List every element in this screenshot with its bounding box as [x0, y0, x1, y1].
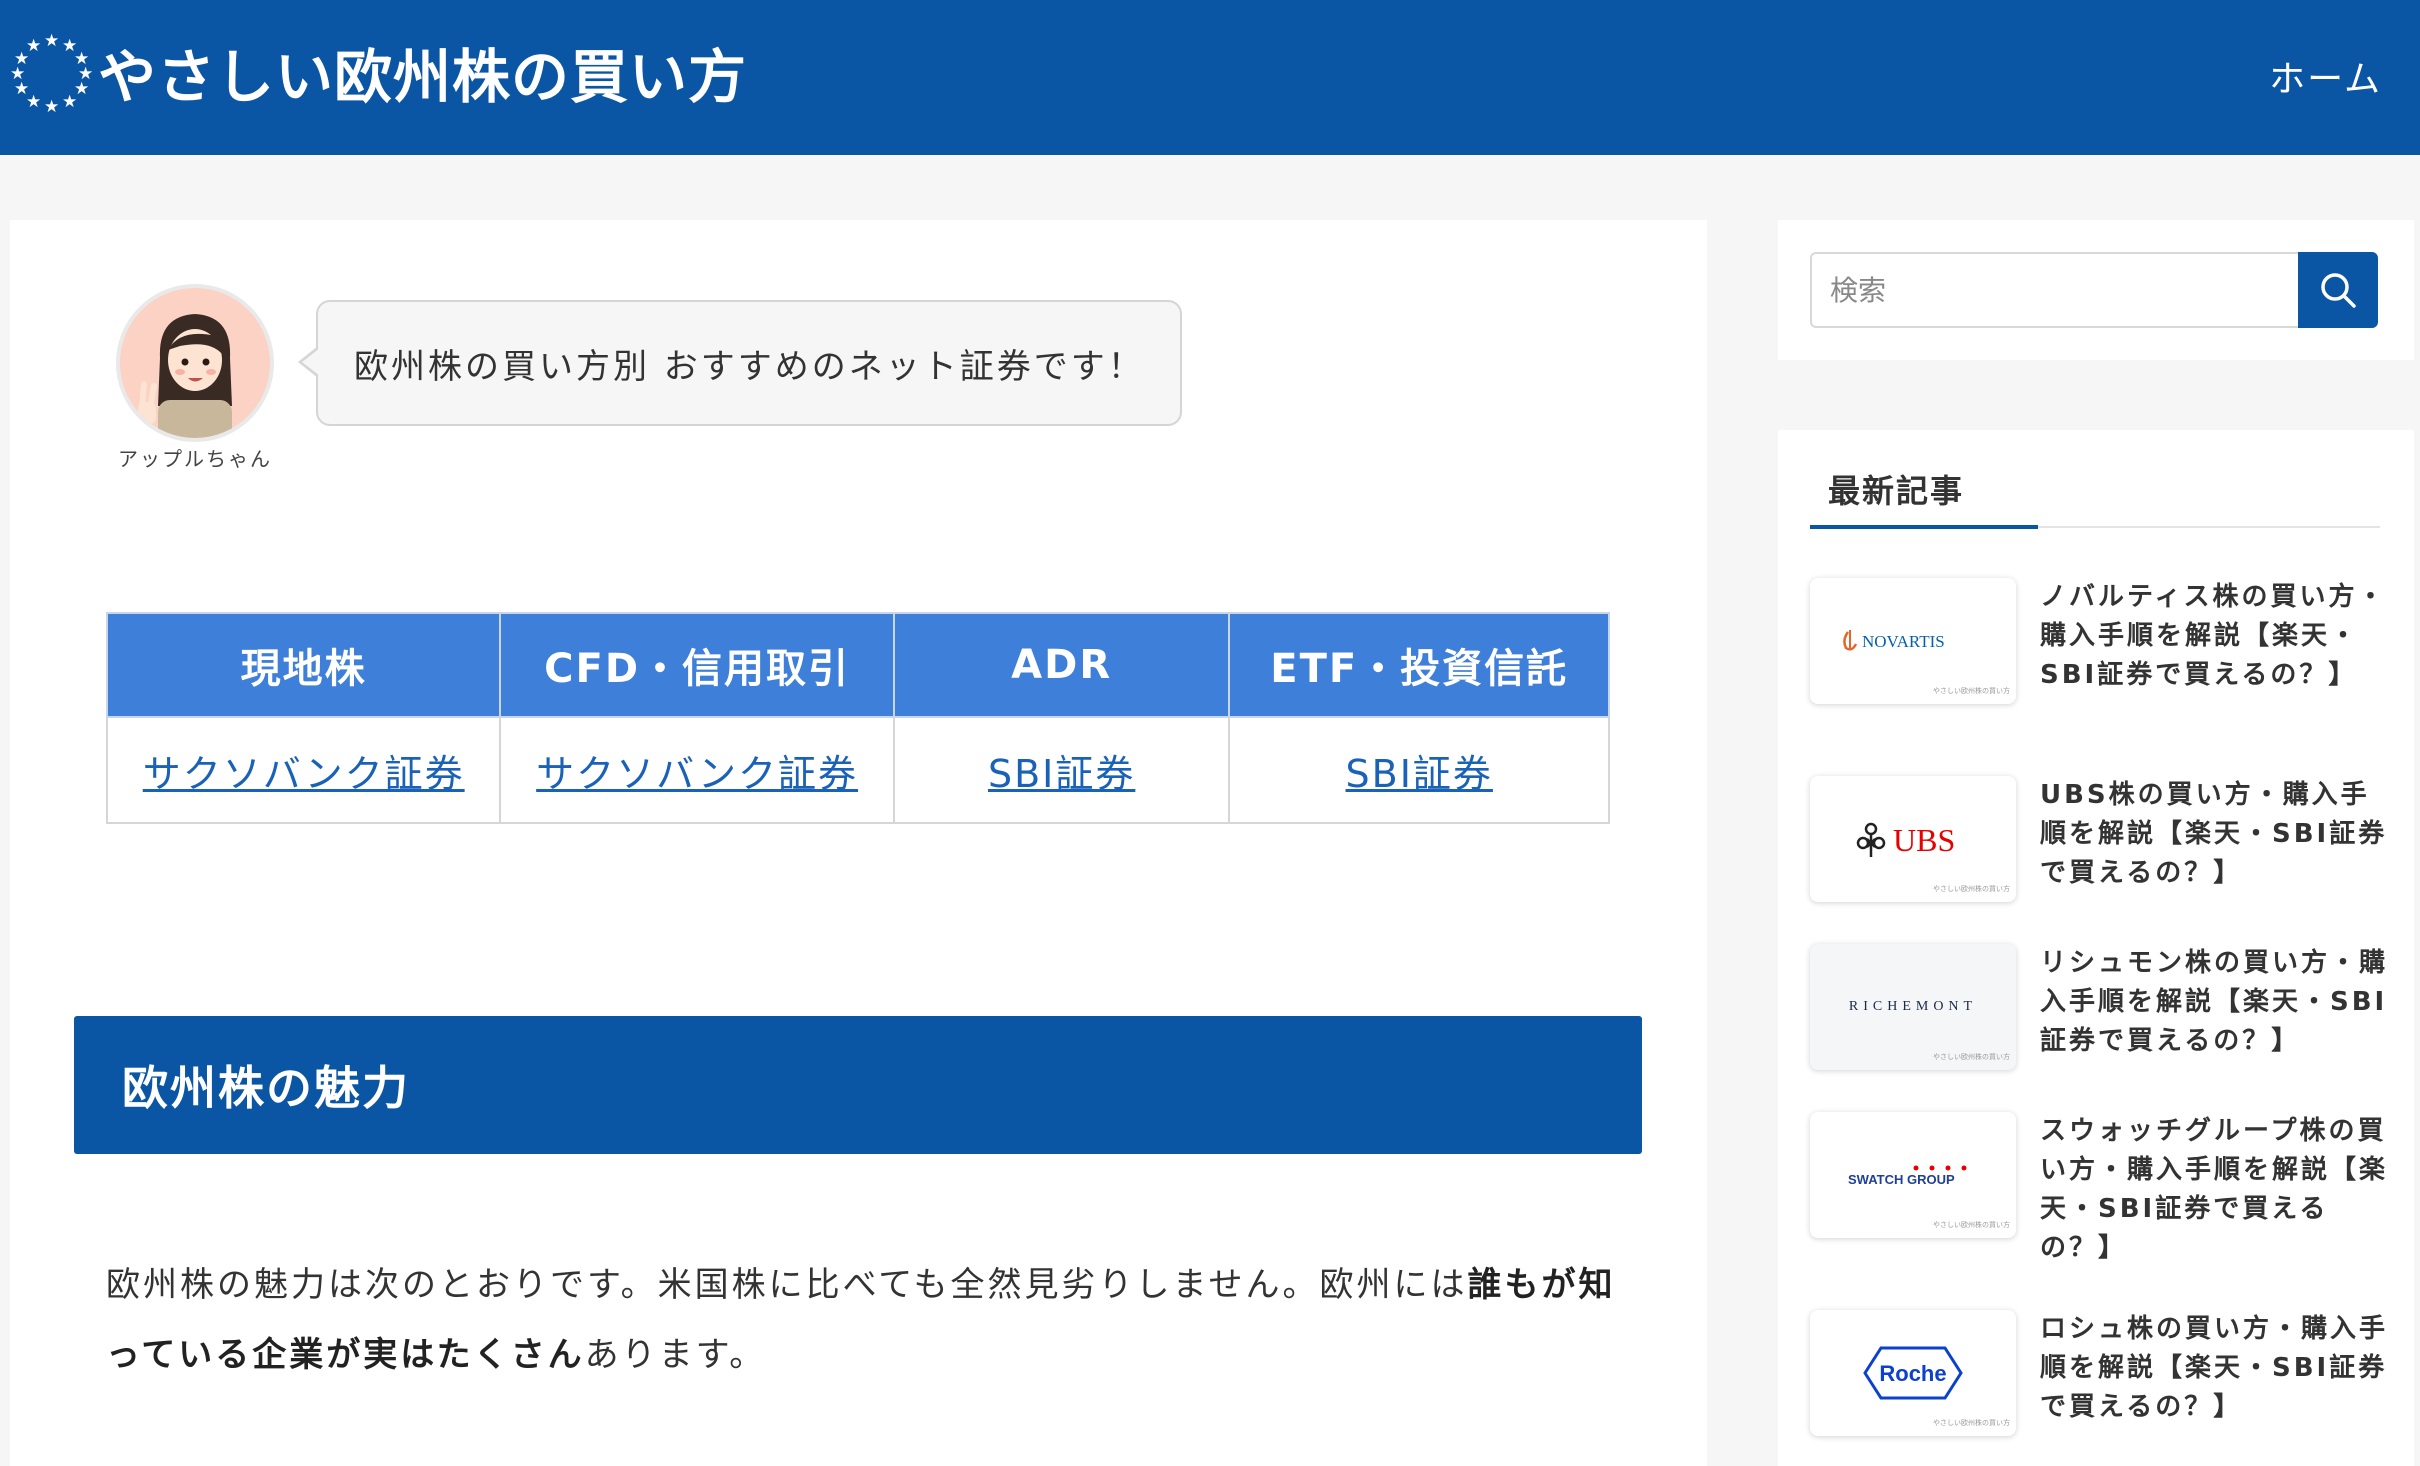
site-logo[interactable]: ★ ★ ★ ★ ★ ★ ★ ★ ★ ★ ★ ★ やさしい欧州株の買い方 — [10, 30, 748, 117]
speech-balloon: 欧州株の買い方別 おすすめのネット証券です！ — [298, 300, 1182, 426]
roche-hexagon-icon: Roche — [1863, 1346, 1963, 1400]
post-title[interactable]: リシュモン株の買い方・購入手順を解説【楽天・SBI証券で買えるの？】 — [2040, 944, 2390, 1061]
table-header-cell: 現地株 — [105, 612, 502, 718]
post-title[interactable]: スウォッチグループ株の買い方・購入手順を解説【楽天・SBI証券で買えるの？】 — [2040, 1112, 2390, 1268]
post-title[interactable]: ノバルティス株の買い方・購入手順を解説【楽天・SBI証券で買えるの？】 — [2040, 578, 2390, 695]
svg-text:UBS: UBS — [1893, 822, 1955, 858]
table-cell: SBI証券 — [1228, 716, 1610, 824]
table-header-cell: CFD・信用取引 — [499, 612, 895, 718]
post-thumbnail[interactable]: UBS やさしい欧州株の買い方 — [1810, 776, 2016, 902]
recent-posts-title: 最新記事 — [1828, 472, 1965, 510]
section-heading-bar: 欧州株の魅力 — [74, 1016, 1642, 1154]
search-button[interactable] — [2298, 252, 2378, 328]
intro-text: あります。 — [584, 1335, 767, 1375]
broker-link[interactable]: サクソバンク証券 — [536, 752, 858, 796]
table-cell: SBI証券 — [892, 716, 1231, 824]
table-cell: サクソバンク証券 — [105, 716, 502, 824]
nav-home-link[interactable]: ホーム — [2269, 50, 2382, 102]
post-title[interactable]: ロシュ株の買い方・購入手順を解説【楽天・SBI証券で買えるの？】 — [2040, 1310, 2390, 1427]
table-row: サクソバンク証券 サクソバンク証券 SBI証券 SBI証券 — [105, 716, 1610, 824]
broker-table: 現地株 CFD・信用取引 ADR ETF・投資信託 サクソバンク証券 サクソバン… — [105, 612, 1610, 824]
table-cell: サクソバンク証券 — [499, 716, 895, 824]
site-title: やさしい欧州株の買い方 — [98, 43, 748, 111]
broker-link[interactable]: サクソバンク証券 — [143, 752, 465, 796]
swatch-group-logo-icon: SWATCH GROUP — [1848, 1165, 1967, 1187]
search-input[interactable] — [1810, 252, 2302, 328]
broker-link[interactable]: SBI証券 — [988, 752, 1135, 796]
post-title[interactable]: UBS株の買い方・購入手順を解説【楽天・SBI証券で買えるの？】 — [2040, 776, 2390, 893]
novartis-logo-icon: NOVARTIS — [1843, 630, 1945, 651]
thumbnail-caption: やさしい欧州株の買い方 — [1933, 1221, 2010, 1229]
title-underline — [1810, 525, 2038, 529]
table-header-row: 現地株 CFD・信用取引 ADR ETF・投資信託 — [105, 612, 1610, 718]
post-thumbnail[interactable]: NOVARTIS やさしい欧州株の買い方 — [1810, 578, 2016, 704]
site-header: ★ ★ ★ ★ ★ ★ ★ ★ ★ ★ ★ ★ やさしい欧州株の買い方 ホーム — [0, 0, 2420, 155]
broker-link[interactable]: SBI証券 — [1346, 752, 1493, 796]
svg-text:NOVARTIS: NOVARTIS — [1862, 632, 1945, 651]
table-header-cell: ETF・投資信託 — [1228, 612, 1610, 718]
intro-paragraph: 欧州株の魅力は次のとおりです。米国株に比べても全然見劣りしません。欧州には誰もが… — [106, 1250, 1626, 1390]
search-icon — [2321, 273, 2356, 308]
post-thumbnail[interactable]: SWATCH GROUP やさしい欧州株の買い方 — [1810, 1112, 2016, 1238]
avatar — [116, 284, 274, 442]
thumbnail-caption: やさしい欧州株の買い方 — [1933, 1419, 2010, 1427]
eu-stars-icon: ★ ★ ★ ★ ★ ★ ★ ★ ★ ★ ★ ★ — [10, 31, 94, 117]
post-thumbnail[interactable]: RICHEMONT やさしい欧州株の買い方 — [1810, 944, 2016, 1070]
speech-text: 欧州株の買い方別 おすすめのネット証券です！ — [354, 346, 1145, 387]
section-heading: 欧州株の魅力 — [122, 1061, 410, 1115]
thumbnail-caption: やさしい欧州株の買い方 — [1933, 687, 2010, 695]
thumbnail-caption: やさしい欧州株の買い方 — [1933, 1053, 2010, 1061]
avatar-girl-icon — [138, 314, 232, 438]
thumbnail-caption: やさしい欧州株の買い方 — [1933, 885, 2010, 893]
speech-balloon-block: アップルちゃん 欧州株の買い方別 おすすめのネット証券です！ — [106, 284, 1206, 504]
search-widget — [1778, 220, 2414, 360]
ubs-keys-icon: UBS — [1856, 822, 1955, 858]
svg-text:Roche: Roche — [1879, 1361, 1946, 1386]
recent-posts-widget: 最新記事 NOVARTIS やさしい欧州株の買い方 ノバルティス株の買い方・購入… — [1778, 430, 2414, 1466]
intro-text: 欧州株の魅力は次のとおりです。米国株に比べても全然見劣りしません。欧州には — [106, 1265, 1468, 1305]
avatar-name: アップルちゃん — [118, 447, 272, 471]
main-content: アップルちゃん 欧州株の買い方別 おすすめのネット証券です！ 現地株 CFD・信… — [10, 220, 1707, 1466]
table-header-cell: ADR — [892, 612, 1231, 718]
post-thumbnail[interactable]: Roche やさしい欧州株の買い方 — [1810, 1310, 2016, 1436]
svg-text:SWATCH GROUP: SWATCH GROUP — [1848, 1172, 1955, 1187]
